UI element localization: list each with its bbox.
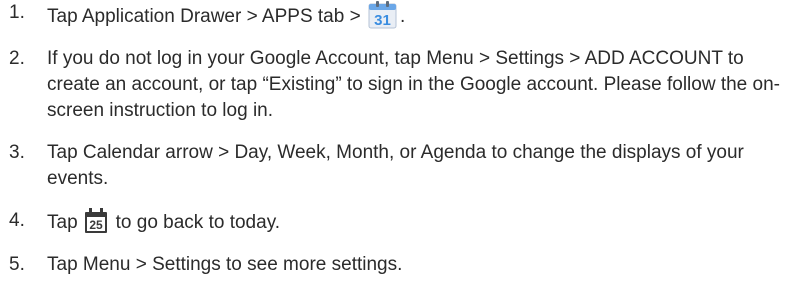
step-number: 2. xyxy=(9,48,25,69)
step-text: If you do not log in your Google Account… xyxy=(47,48,780,121)
list-item: 3. Tap Calendar arrow > Day, Week, Month… xyxy=(0,140,796,192)
svg-text:31: 31 xyxy=(374,12,391,29)
list-item: 1. Tap Application Drawer > APPS tab > 3… xyxy=(0,0,796,30)
svg-text:25: 25 xyxy=(89,218,103,232)
step-number: 4. xyxy=(9,210,25,231)
today-icon: 25 xyxy=(84,208,108,234)
step-text: Tap Calendar arrow > Day, Week, Month, o… xyxy=(47,142,744,189)
list-item: 4. Tap 25 to go back to today. xyxy=(0,208,796,236)
step-text: Tap 25 to go back to today. xyxy=(47,208,791,236)
list-item: 5. Tap Menu > Settings to see more setti… xyxy=(0,252,796,278)
step-text: Tap Menu > Settings to see more settings… xyxy=(47,254,403,275)
instruction-list: 1. Tap Application Drawer > APPS tab > 3… xyxy=(0,0,796,278)
step-number: 3. xyxy=(9,142,25,163)
step-text: Tap Application Drawer > APPS tab > 31 . xyxy=(47,0,791,30)
step-number: 5. xyxy=(9,254,25,275)
step-number: 1. xyxy=(9,2,25,23)
list-item: 2. If you do not log in your Google Acco… xyxy=(0,46,796,124)
calendar-app-icon: 31 xyxy=(368,0,398,29)
